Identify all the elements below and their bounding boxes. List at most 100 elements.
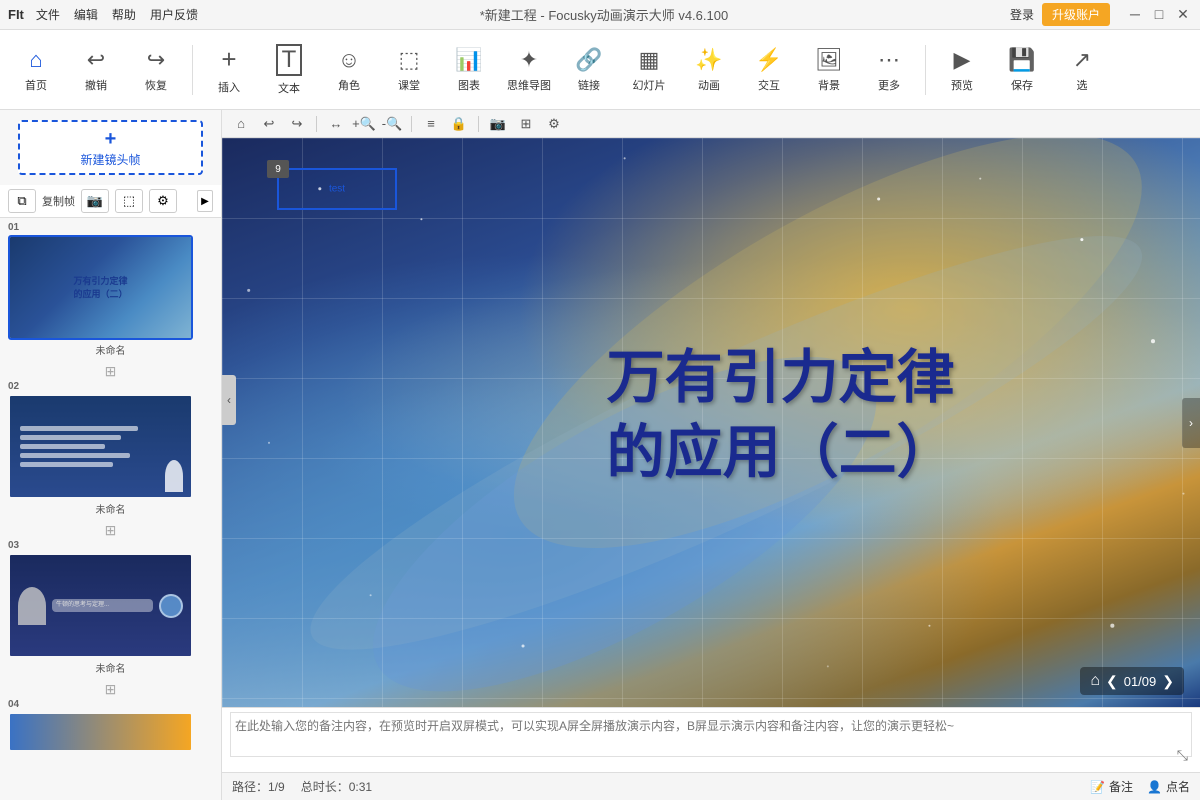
toolbar-class[interactable]: ⬚ 课堂 [381, 35, 437, 105]
nav-next-button[interactable]: ❯ [1162, 673, 1174, 690]
slide-thumb-3[interactable]: 牛顿的思考与定理... [8, 553, 193, 658]
settings-ct-icon: ⚙ [548, 116, 560, 132]
toolbar-separator-2 [925, 45, 926, 95]
ct-zoomout-button[interactable]: -🔍 [381, 113, 403, 135]
toolbar-home[interactable]: ⌂ 首页 [8, 35, 64, 105]
toolbar-select[interactable]: ↗ 选 [1054, 35, 1110, 105]
ct-sep-1 [316, 116, 317, 132]
minimize-button[interactable]: ─ [1126, 6, 1144, 23]
toolbar-select-label: 选 [1077, 77, 1088, 93]
slide-separator-1: ⊞ [8, 361, 213, 381]
upgrade-button[interactable]: 升级账户 [1042, 3, 1110, 26]
slide-panel: + 新建镜头帧 ⧉ 复制帧 📷 ⬚ ⚙ ▶ [0, 110, 222, 800]
toolbar-redo-label: 恢复 [145, 77, 167, 93]
plus-icon: + [105, 128, 117, 151]
page-info: 01/09 [1124, 674, 1157, 689]
toolbar-anim[interactable]: ✨ 动画 [681, 35, 737, 105]
menu-feedback[interactable]: 用户反馈 [150, 6, 198, 23]
toolbar-bg[interactable]: 🖼 背景 [801, 35, 857, 105]
slides-list: 01 万有引力定律的应用（二） 未命名 ⊞ 02 [0, 218, 221, 800]
zoomin-icon: +🔍 [352, 116, 376, 132]
grid-icon: ⬚ [123, 193, 135, 209]
bg-icon: 🖼 [815, 47, 843, 73]
ct-grid-button[interactable]: ⊞ [515, 113, 537, 135]
toolbar-slide[interactable]: ▦ 幻灯片 [621, 35, 677, 105]
toolbar-slide-label: 幻灯片 [633, 77, 666, 93]
preview-icon: ▶ [954, 47, 971, 73]
figure-icon [165, 460, 183, 492]
ct-undo-button[interactable]: ↩ [258, 113, 280, 135]
class-icon: ⬚ [399, 47, 420, 73]
toolbar-save[interactable]: 💾 保存 [994, 35, 1050, 105]
copy-icon: ⧉ [17, 193, 26, 209]
annotation-icon: 📝 [1090, 780, 1105, 794]
nav-home-button[interactable]: ⌂ [1090, 672, 1100, 690]
chart-icon: 📊 [455, 47, 482, 73]
align-icon: ≡ [427, 116, 435, 131]
undo-icon: ↩ [87, 47, 105, 73]
frame-settings-button[interactable]: ⚙ [149, 189, 177, 213]
toolbar-text[interactable]: T 文本 [261, 35, 317, 105]
panel-toggle-button[interactable]: ‹ [222, 375, 236, 425]
redo-icon: ↪ [147, 47, 165, 73]
toolbar-undo[interactable]: ↩ 撤销 [68, 35, 124, 105]
titlebar: FIt 文件 编辑 帮助 用户反馈 *新建工程 - Focusky动画演示大师 … [0, 0, 1200, 30]
toolbar-bg-label: 背景 [818, 77, 840, 93]
mindmap-icon: ✦ [520, 47, 538, 73]
slide-title-text: 万有引力定律 的应用（二） [607, 340, 955, 491]
menu-edit[interactable]: 编辑 [74, 6, 98, 23]
slide-thumb-4[interactable] [8, 712, 193, 752]
toolbar-chart[interactable]: 📊 图表 [441, 35, 497, 105]
ct-lock-button[interactable]: 🔒 [448, 113, 470, 135]
main-toolbar: ⌂ 首页 ↩ 撤销 ↪ 恢复 + 插入 T 文本 ☺ 角色 ⬚ 课堂 📊 图表 … [0, 30, 1200, 110]
ct-redo-button[interactable]: ↪ [286, 113, 308, 135]
login-button[interactable]: 登录 [1010, 6, 1034, 23]
toolbar-preview-label: 预览 [951, 77, 973, 93]
slide-thumb-1[interactable]: 万有引力定律的应用（二） [8, 235, 193, 340]
maximize-button[interactable]: □ [1150, 6, 1168, 23]
slide-main-title: 万有引力定律 的应用（二） [607, 340, 955, 491]
new-frame-button[interactable]: + 新建镜头帧 [18, 120, 203, 175]
nav-prev-button[interactable]: ❮ [1106, 673, 1118, 690]
right-panel-toggle[interactable]: › [1182, 398, 1200, 448]
camera-icon: 📷 [87, 193, 103, 209]
toolbar-preview[interactable]: ▶ 预览 [934, 35, 990, 105]
ct-settings-button[interactable]: ⚙ [543, 113, 565, 135]
annotation-button[interactable]: 📝 备注 [1090, 778, 1133, 795]
notes-expand-button[interactable]: ⤡ [1177, 747, 1188, 764]
toolbar-link[interactable]: 🔗 链接 [561, 35, 617, 105]
frame-grid-button[interactable]: ⬚ [115, 189, 143, 213]
screenshot-button[interactable]: 📷 [81, 189, 109, 213]
select-icon: ↗ [1073, 47, 1091, 73]
close-button[interactable]: ✕ [1174, 6, 1192, 23]
menu-file[interactable]: 文件 [36, 6, 60, 23]
slide-thumb-2[interactable] [8, 394, 193, 499]
toolbar-more[interactable]: ⋯ 更多 [861, 35, 917, 105]
point-name-button[interactable]: 👤 点名 [1147, 778, 1190, 795]
ct-zoomin-button[interactable]: +🔍 [353, 113, 375, 135]
toolbar-redo[interactable]: ↪ 恢复 [128, 35, 184, 105]
slide-item-1: 01 万有引力定律的应用（二） 未命名 [8, 222, 213, 357]
toolbar-insert[interactable]: + 插入 [201, 35, 257, 105]
fit-icon: ↔ [330, 116, 343, 131]
ct-sep-3 [478, 116, 479, 132]
ct-camera-button[interactable]: 📷 [487, 113, 509, 135]
toolbar-mindmap[interactable]: ✦ 思维导图 [501, 35, 557, 105]
toolbar-interact[interactable]: ⚡ 交互 [741, 35, 797, 105]
notes-input[interactable] [230, 712, 1192, 757]
menu-help[interactable]: 帮助 [112, 6, 136, 23]
main-area: + 新建镜头帧 ⧉ 复制帧 📷 ⬚ ⚙ ▶ [0, 110, 1200, 800]
ct-home-button[interactable]: ⌂ [230, 113, 252, 135]
slide-num-4: 04 [8, 699, 213, 710]
ct-fit-button[interactable]: ↔ [325, 113, 347, 135]
canvas-slide[interactable]: 9 test 万有引力定律 的应用（二） › ⌂ ❮ 01/09 ❯ [222, 138, 1200, 707]
ct-align-button[interactable]: ≡ [420, 113, 442, 135]
slide-separator-2: ⊞ [8, 520, 213, 540]
copy-frame-button[interactable]: ⧉ [8, 189, 36, 213]
toolbar-role-label: 角色 [338, 77, 360, 93]
home-ct-icon: ⌂ [237, 116, 245, 131]
save-icon: 💾 [1008, 47, 1035, 73]
toolbar-role[interactable]: ☺ 角色 [321, 35, 377, 105]
point-icon: 👤 [1147, 780, 1162, 794]
panel-collapse-button[interactable]: ▶ [197, 190, 213, 212]
